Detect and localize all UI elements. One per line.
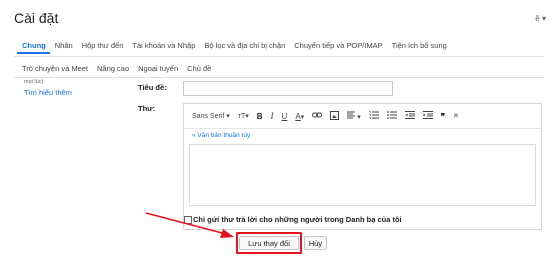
image-icon[interactable] — [330, 110, 340, 122]
tab-offline[interactable]: Ngoại tuyến — [138, 64, 178, 73]
tab-addons[interactable]: Tiện ích bổ sung — [392, 41, 447, 50]
divider — [14, 56, 544, 57]
body-label: Thư: — [138, 104, 156, 113]
indent-more-icon[interactable] — [422, 111, 433, 121]
annotation-arrow-icon — [145, 212, 234, 238]
truncated-text: mọi lúc) — [24, 79, 44, 85]
highlight-box — [236, 232, 302, 254]
tab-accounts-import[interactable]: Tài khoản và Nhập — [132, 41, 195, 50]
language-label: ê — [535, 14, 540, 23]
formatting-toolbar: Sans Serif ▾ тT▾ B I U A▾ ▾ ❞ ✕ — [184, 104, 541, 129]
numbered-list-icon[interactable] — [368, 111, 379, 121]
divider — [14, 77, 544, 78]
chevron-down-icon: ▾ — [226, 113, 230, 120]
tab-inbox[interactable]: Hộp thư đến — [82, 41, 124, 50]
quote-icon[interactable]: ❞ — [441, 112, 445, 121]
font-size-icon[interactable]: тT▾ — [238, 112, 249, 120]
plain-text-link[interactable]: « Văn bản thuần túy — [192, 132, 250, 139]
language-indicator[interactable]: ê ▾ — [535, 14, 546, 23]
link-icon[interactable] — [312, 111, 323, 121]
chevron-down-icon: ▾ — [357, 114, 361, 121]
tab-labels[interactable]: Nhãn — [55, 41, 73, 50]
tab-chat-meet[interactable]: Trò chuyện và Meet — [22, 64, 88, 73]
learn-more-link[interactable]: Tìm hiểu thêm — [24, 88, 72, 97]
subject-label: Tiêu đề: — [138, 83, 167, 92]
italic-icon[interactable]: I — [271, 111, 274, 121]
text-color-icon[interactable]: A▾ — [295, 112, 304, 121]
indent-less-icon[interactable] — [404, 111, 415, 121]
settings-tabs-secondary: Trò chuyện và Meet Nâng cao Ngoại tuyến … — [22, 64, 220, 73]
tab-general[interactable]: Chung — [22, 41, 46, 50]
page-title: Cài đặt — [14, 10, 59, 26]
underline-icon[interactable]: U — [282, 112, 288, 121]
tab-advanced[interactable]: Nâng cao — [97, 64, 129, 73]
message-body-area[interactable] — [189, 144, 536, 206]
chevron-down-icon: ▾ — [245, 113, 249, 120]
subject-input[interactable] — [183, 81, 393, 96]
cancel-button[interactable]: Hủy — [304, 236, 327, 250]
bulleted-list-icon[interactable] — [386, 111, 397, 121]
font-family-select[interactable]: Sans Serif ▾ — [192, 112, 230, 120]
tab-forwarding-pop-imap[interactable]: Chuyển tiếp và POP/IMAP — [294, 41, 382, 50]
align-icon[interactable]: ▾ — [347, 111, 361, 121]
tab-themes[interactable]: Chủ đề — [187, 64, 211, 73]
chevron-down-icon: ▾ — [541, 14, 546, 23]
bold-icon[interactable]: B — [257, 112, 263, 121]
font-family-label: Sans Serif — [192, 113, 225, 120]
remove-formatting-icon[interactable]: ✕ — [453, 112, 459, 120]
chevron-down-icon: ▾ — [300, 113, 305, 121]
active-tab-indicator — [17, 52, 50, 54]
tab-filters-blocked[interactable]: Bộ lọc và địa chỉ bị chặn — [204, 41, 285, 50]
settings-tabs-primary: Chung Nhãn Hộp thư đến Tài khoản và Nhập… — [22, 41, 456, 50]
